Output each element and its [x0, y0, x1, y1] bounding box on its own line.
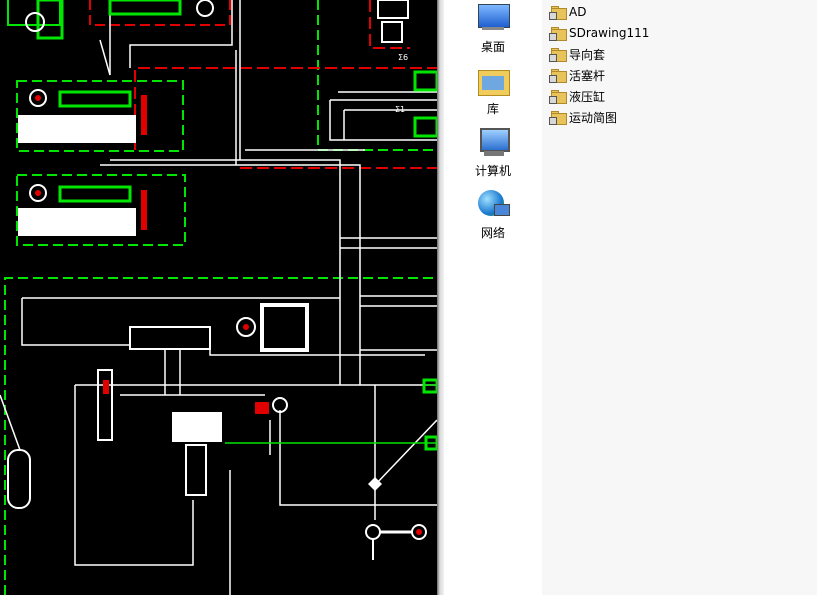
- network-icon: [476, 188, 510, 222]
- list-item[interactable]: AD: [549, 3, 587, 21]
- shortcut-label: 桌面: [480, 40, 505, 54]
- shortcut-label: 库: [486, 102, 499, 116]
- shortcut-library[interactable]: 库: [444, 64, 542, 117]
- window-splitter[interactable]: [437, 0, 444, 595]
- list-item[interactable]: 导向套: [549, 45, 606, 63]
- file-name: 液压缸: [569, 89, 606, 104]
- shortcut-computer[interactable]: 计算机: [444, 126, 542, 179]
- desktop-shortcuts-panel: 桌面 库 计算机 网络: [444, 0, 542, 595]
- shortcut-label: 计算机: [474, 164, 511, 178]
- file-name: 运动简图: [569, 110, 618, 125]
- folder-icon: [549, 5, 567, 20]
- computer-icon: [476, 126, 510, 160]
- cad-drawing-canvas[interactable]: Σ6 Σ1: [0, 0, 437, 595]
- file-list-panel: AD SDrawing111 导向套 活塞杆 液压缸 运动简图: [542, 0, 817, 595]
- folder-icon: [549, 68, 567, 83]
- list-item[interactable]: 液压缸: [549, 87, 606, 105]
- list-item[interactable]: SDrawing111: [549, 24, 650, 42]
- shortcut-desktop[interactable]: 桌面: [444, 2, 542, 55]
- drawing-label: Σ1: [395, 105, 405, 114]
- folder-icon: [549, 110, 567, 125]
- shortcut-label: 网络: [480, 226, 505, 240]
- list-item[interactable]: 运动简图: [549, 108, 618, 126]
- folder-icon: [549, 89, 567, 104]
- folder-icon: [549, 47, 567, 62]
- folder-icon: [549, 26, 567, 41]
- file-name: 活塞杆: [569, 68, 606, 83]
- list-item[interactable]: 活塞杆: [549, 66, 606, 84]
- file-name: 导向套: [569, 47, 606, 62]
- library-icon: [476, 64, 510, 98]
- file-name: AD: [569, 5, 587, 19]
- file-name: SDrawing111: [569, 26, 650, 40]
- shortcut-network[interactable]: 网络: [444, 188, 542, 241]
- desktop-icon: [476, 2, 510, 36]
- drawing-label: Σ6: [398, 53, 408, 62]
- hydraulic-schematic: Σ6 Σ1: [0, 0, 437, 595]
